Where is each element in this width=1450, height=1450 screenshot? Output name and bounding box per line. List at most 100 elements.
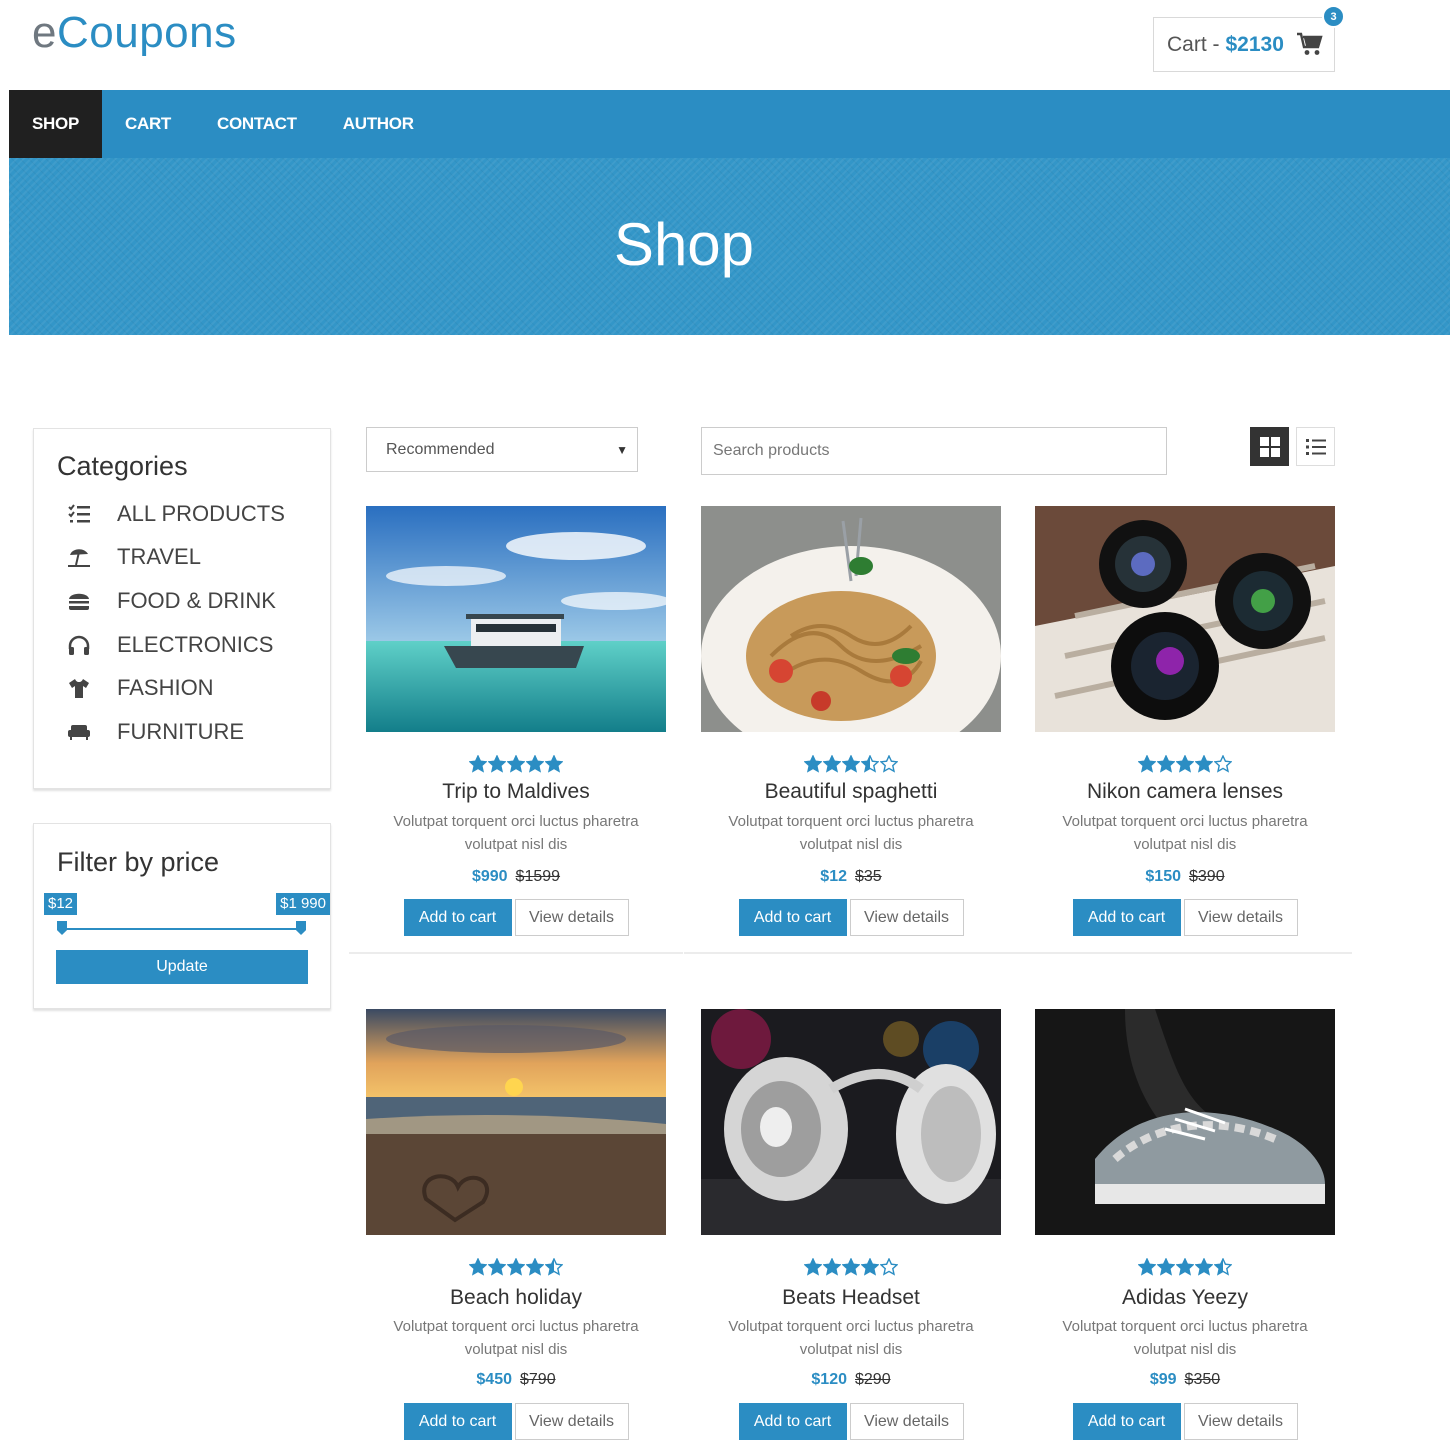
cart-summary-button[interactable]: Cart - $2130 xyxy=(1153,17,1335,72)
nav-author[interactable]: AUTHOR xyxy=(320,90,437,158)
product-title[interactable]: Beautiful spaghetti xyxy=(684,780,1018,804)
product-description: Volutpat torquent orci luctus pharetra v… xyxy=(728,1318,974,1358)
star-full-icon xyxy=(1157,755,1175,773)
product-title[interactable]: Trip to Maldives xyxy=(349,780,683,804)
search-input[interactable] xyxy=(701,427,1167,475)
rating-stars xyxy=(684,755,1018,775)
price-slider-track[interactable] xyxy=(61,928,301,930)
cart-total: $2130 xyxy=(1225,32,1284,56)
hero-banner: Shop xyxy=(9,158,1450,335)
category-travel[interactable]: TRAVEL xyxy=(34,536,330,580)
old-price: $35 xyxy=(855,868,882,885)
star-full-icon xyxy=(469,1258,487,1276)
product-price: $990 $1599 xyxy=(349,868,683,886)
star-full-icon xyxy=(804,1258,822,1276)
nav-shop[interactable]: SHOP xyxy=(9,90,102,158)
current-price: $12 xyxy=(820,868,847,885)
product-image-camera-lenses[interactable] xyxy=(1035,506,1335,732)
nav-contact[interactable]: CONTACT xyxy=(194,90,320,158)
rating-stars xyxy=(349,755,683,775)
view-details-button[interactable]: View details xyxy=(1183,899,1298,936)
product-title[interactable]: Adidas Yeezy xyxy=(1018,1286,1352,1310)
headphones-icon xyxy=(66,633,92,657)
star-half-icon xyxy=(545,1258,563,1276)
star-full-icon xyxy=(861,1258,879,1276)
view-details-button[interactable]: View details xyxy=(514,1403,629,1440)
star-empty-icon xyxy=(880,1258,898,1276)
product-card: Trip to Maldives Volutpat torquent orci … xyxy=(349,506,683,954)
shopping-cart-icon xyxy=(1297,32,1323,55)
product-image-boat[interactable] xyxy=(366,506,666,732)
main-navbar: SHOP CART CONTACT AUTHOR xyxy=(9,90,1450,158)
current-price: $450 xyxy=(476,1371,512,1388)
product-image-sneaker[interactable] xyxy=(1035,1009,1335,1235)
star-full-icon xyxy=(1176,755,1194,773)
price-filter-title: Filter by price xyxy=(57,847,220,877)
sofa-icon xyxy=(66,720,92,744)
category-all-products[interactable]: ALL PRODUCTS xyxy=(34,492,330,536)
view-details-button[interactable]: View details xyxy=(514,899,629,936)
category-furniture[interactable]: FURNITURE xyxy=(34,710,330,754)
price-slider-max-handle[interactable] xyxy=(296,921,306,935)
beach-umbrella-icon xyxy=(66,545,92,569)
page-title: Shop xyxy=(613,211,755,278)
old-price: $390 xyxy=(1189,868,1225,885)
star-full-icon xyxy=(823,755,841,773)
product-title[interactable]: Beats Headset xyxy=(684,1286,1018,1310)
grid-view-button[interactable] xyxy=(1250,427,1289,466)
star-full-icon xyxy=(1138,1258,1156,1276)
add-to-cart-button[interactable]: Add to cart xyxy=(403,1403,512,1440)
caret-down-icon: ▼ xyxy=(616,443,628,457)
star-full-icon xyxy=(526,1258,544,1276)
add-to-cart-button[interactable]: Add to cart xyxy=(738,1403,847,1440)
rating-stars xyxy=(349,1258,683,1278)
star-full-icon xyxy=(469,755,487,773)
add-to-cart-button[interactable]: Add to cart xyxy=(1072,899,1181,936)
view-details-button[interactable]: View details xyxy=(849,1403,964,1440)
rating-stars xyxy=(1018,755,1352,775)
list-view-button[interactable] xyxy=(1296,427,1335,466)
star-full-icon xyxy=(1138,755,1156,773)
update-button[interactable]: Update xyxy=(56,950,308,984)
price-filter-panel: Filter by price $12 $1 990 Update xyxy=(33,823,331,1009)
view-details-button[interactable]: View details xyxy=(1183,1403,1298,1440)
product-image-spaghetti[interactable] xyxy=(701,506,1001,732)
add-to-cart-button[interactable]: Add to cart xyxy=(1072,1403,1181,1440)
star-full-icon xyxy=(1176,1258,1194,1276)
product-image-beach-sunset[interactable] xyxy=(366,1009,666,1235)
old-price: $350 xyxy=(1184,1371,1221,1388)
cart-label: Cart - xyxy=(1167,32,1220,56)
product-title[interactable]: Nikon camera lenses xyxy=(1018,780,1352,804)
product-image-headphones[interactable] xyxy=(701,1009,1001,1235)
product-description: Volutpat torquent orci luctus pharetra v… xyxy=(393,813,639,853)
site-logo[interactable]: eCoupons xyxy=(32,8,237,58)
star-full-icon xyxy=(507,755,525,773)
product-price: $120 $290 xyxy=(684,1371,1018,1389)
sort-select[interactable]: Recommended ▼ xyxy=(366,427,638,472)
view-details-button[interactable]: View details xyxy=(849,899,964,936)
price-slider-min-handle[interactable] xyxy=(57,921,67,935)
price-min-label: $12 xyxy=(44,893,78,915)
category-food-drink[interactable]: FOOD & DRINK xyxy=(34,579,330,623)
add-to-cart-button[interactable]: Add to cart xyxy=(403,899,512,936)
star-full-icon xyxy=(488,755,506,773)
product-card: Adidas Yeezy Volutpat torquent orci luct… xyxy=(1018,1009,1352,1450)
star-half-icon xyxy=(861,755,879,773)
product-title[interactable]: Beach holiday xyxy=(349,1286,683,1310)
current-price: $99 xyxy=(1149,1371,1177,1388)
product-price: $150 $390 xyxy=(1018,868,1352,886)
category-fashion[interactable]: FASHION xyxy=(34,666,330,710)
add-to-cart-button[interactable]: Add to cart xyxy=(738,899,847,936)
star-empty-icon xyxy=(880,755,898,773)
product-description: Volutpat torquent orci luctus pharetra v… xyxy=(393,1318,639,1358)
old-price: $290 xyxy=(855,1371,891,1388)
category-electronics[interactable]: ELECTRONICS xyxy=(34,623,330,667)
star-full-icon xyxy=(842,755,860,773)
old-price: $1599 xyxy=(515,868,561,885)
card-divider xyxy=(1018,952,1352,954)
nav-cart[interactable]: CART xyxy=(102,90,194,158)
star-half-icon xyxy=(1214,1258,1232,1276)
star-full-icon xyxy=(545,755,563,773)
star-full-icon xyxy=(804,755,822,773)
product-description: Volutpat torquent orci luctus pharetra v… xyxy=(1062,1318,1308,1358)
